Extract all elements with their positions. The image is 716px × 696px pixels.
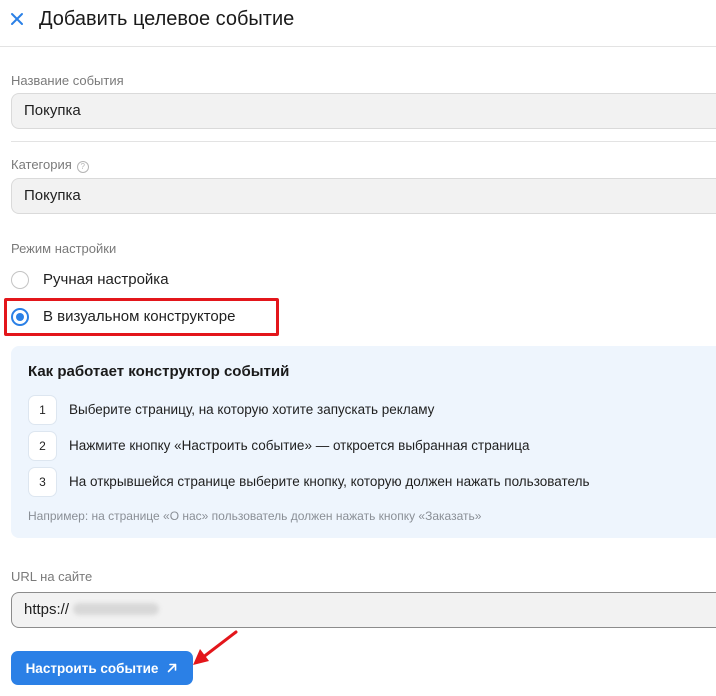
radio-manual-setup[interactable]: Ручная настройка <box>11 269 169 291</box>
setup-mode-label: Режим настройки <box>11 241 117 256</box>
configure-event-button-label: Настроить событие <box>25 660 159 676</box>
info-panel: Как работает конструктор событий 1 Выбер… <box>11 346 716 538</box>
configure-event-button[interactable]: Настроить событие <box>11 651 193 685</box>
page-title: Добавить целевое событие <box>39 8 295 30</box>
step-text: На открывшейся странице выберите кнопку,… <box>69 474 590 489</box>
info-panel-title: Как работает конструктор событий <box>28 363 290 380</box>
dialog-header: Добавить целевое событие <box>0 0 716 47</box>
category-select[interactable]: Покупка <box>11 178 716 214</box>
step-item: 2 Нажмите кнопку «Настроить событие» — о… <box>28 431 529 461</box>
event-name-input[interactable]: Покупка <box>11 93 716 129</box>
step-number: 3 <box>28 467 57 497</box>
category-label: Категория? <box>11 157 89 173</box>
category-label-text: Категория <box>11 157 72 172</box>
annotation-arrow-icon <box>193 630 238 665</box>
event-name-label: Название события <box>11 73 124 88</box>
step-text: Выберите страницу, на которую хотите зап… <box>69 402 435 417</box>
url-input[interactable]: https:// <box>11 592 716 628</box>
step-item: 3 На открывшейся странице выберите кнопк… <box>28 467 590 497</box>
info-panel-note: Например: на странице «О нас» пользовате… <box>28 509 482 523</box>
external-link-arrow-icon <box>168 663 177 673</box>
step-text: Нажмите кнопку «Настроить событие» — отк… <box>69 438 530 453</box>
step-number: 1 <box>28 395 57 425</box>
step-number: 2 <box>28 431 57 461</box>
close-icon[interactable] <box>6 8 28 30</box>
radio-label: Ручная настройка <box>43 271 169 288</box>
help-icon[interactable]: ? <box>76 161 89 173</box>
url-value: https:// <box>24 601 70 618</box>
annotation-highlight-box <box>4 298 279 336</box>
step-item: 1 Выберите страницу, на которую хотите з… <box>28 395 434 425</box>
url-redacted-domain <box>73 603 160 615</box>
url-label: URL на сайте <box>11 569 93 584</box>
divider <box>11 141 716 142</box>
radio-button[interactable] <box>11 271 29 289</box>
close-button[interactable] <box>6 8 28 30</box>
